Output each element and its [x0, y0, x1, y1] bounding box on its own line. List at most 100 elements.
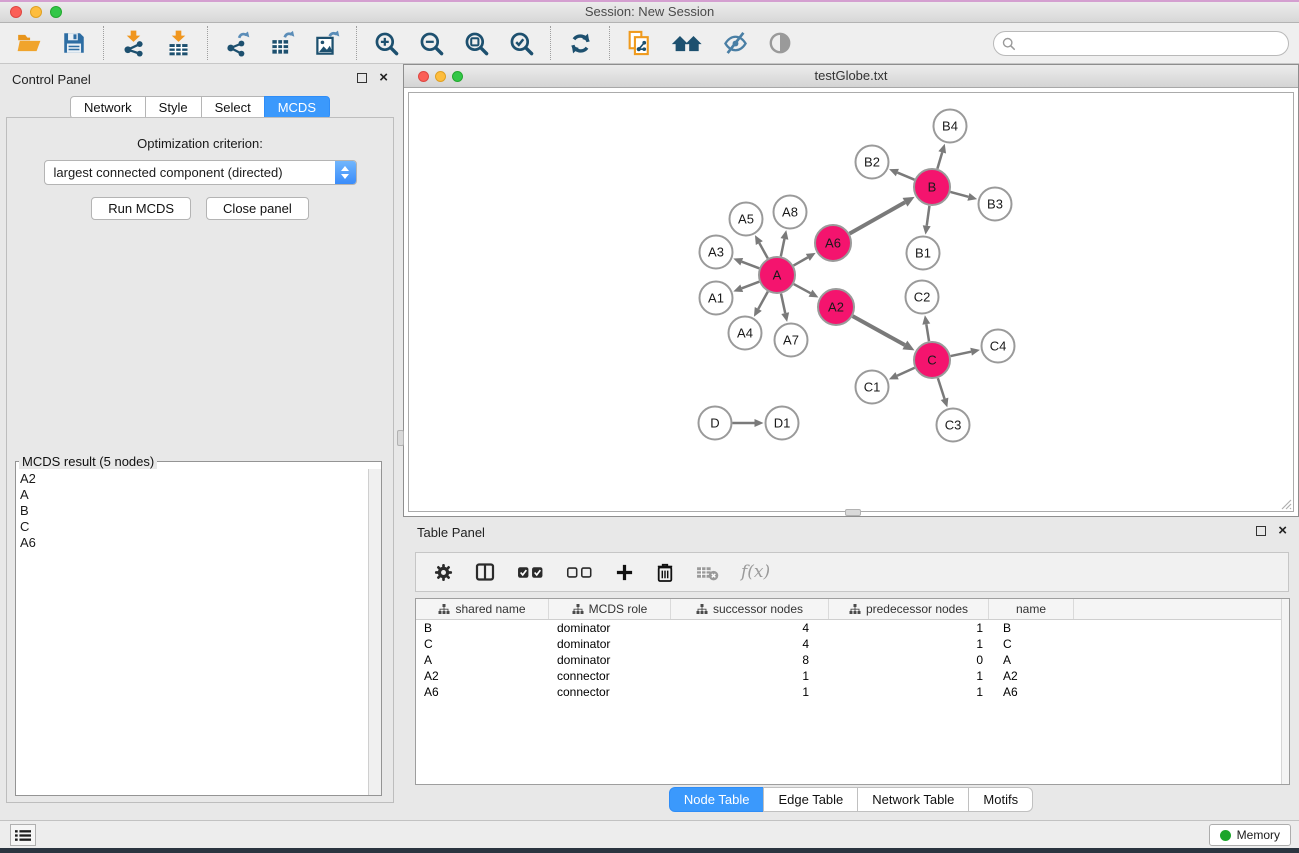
fullscreen-window-button[interactable]: [50, 6, 62, 18]
tab-edge-table[interactable]: Edge Table: [763, 787, 858, 812]
close-panel-icon[interactable]: ×: [379, 72, 388, 84]
graph-node-A2[interactable]: A2: [818, 289, 854, 325]
graph-node-D1[interactable]: D1: [766, 407, 799, 440]
zoom-fit-button[interactable]: [461, 28, 491, 58]
graph-node-C2[interactable]: C2: [906, 281, 939, 314]
graph-node-A1[interactable]: A1: [700, 282, 733, 315]
deselect-all-button[interactable]: [566, 565, 593, 580]
graph-node-B3[interactable]: B3: [979, 188, 1012, 221]
mcds-result-scrollbar[interactable]: [368, 469, 381, 795]
graph-node-C4[interactable]: C4: [982, 330, 1015, 363]
import-table-button[interactable]: [163, 28, 193, 58]
select-all-button[interactable]: [517, 565, 544, 580]
export-network-button[interactable]: [222, 28, 252, 58]
graph-node-A3[interactable]: A3: [700, 236, 733, 269]
copy-network-button[interactable]: [624, 28, 654, 58]
close-panel-button[interactable]: Close panel: [206, 197, 309, 220]
zoom-out-button[interactable]: [416, 28, 446, 58]
tab-network-table[interactable]: Network Table: [857, 787, 969, 812]
graph-node-C[interactable]: C: [914, 342, 950, 378]
import-network-button[interactable]: [118, 28, 148, 58]
graph-edge-C-C2[interactable]: [926, 324, 929, 341]
graph-node-A[interactable]: A: [759, 257, 795, 293]
mcds-result-item[interactable]: A: [16, 487, 367, 503]
graph-edge-A-A6[interactable]: [793, 257, 807, 265]
column-header-predecessor-nodes[interactable]: predecessor nodes: [829, 599, 989, 619]
tab-select[interactable]: Select: [201, 96, 265, 119]
resize-grip-icon[interactable]: [1279, 497, 1292, 510]
table-row[interactable]: A6connector11A6: [416, 684, 1289, 700]
run-mcds-button[interactable]: Run MCDS: [91, 197, 191, 220]
column-header-successor-nodes[interactable]: successor nodes: [671, 599, 829, 619]
graph-edge-C-C1[interactable]: [897, 368, 915, 376]
close-window-button[interactable]: [10, 6, 22, 18]
column-header-MCDS-role[interactable]: MCDS role: [549, 599, 671, 619]
graph-edge-B-B1[interactable]: [927, 206, 930, 226]
graph-edge-A-A1[interactable]: [742, 282, 759, 289]
graph-edge-B-B3[interactable]: [950, 192, 968, 197]
graph-node-B[interactable]: B: [914, 169, 950, 205]
graph-edge-B-B2[interactable]: [897, 173, 914, 180]
table-settings-button[interactable]: [434, 563, 453, 582]
horizontal-divider[interactable]: [845, 509, 861, 516]
table-row[interactable]: Cdominator41C: [416, 636, 1289, 652]
graph-node-C3[interactable]: C3: [937, 409, 970, 442]
task-history-button[interactable]: [10, 824, 36, 846]
graph-node-B2[interactable]: B2: [856, 146, 889, 179]
delete-column-button[interactable]: [656, 562, 674, 582]
graph-edge-A-A7[interactable]: [781, 294, 785, 314]
graph-edge-A-A2[interactable]: [794, 284, 811, 293]
graph-node-D[interactable]: D: [699, 407, 732, 440]
refresh-layout-button[interactable]: [565, 28, 595, 58]
graph-edge-C-C4[interactable]: [951, 352, 972, 356]
home-button[interactable]: [669, 28, 705, 58]
graph-node-C1[interactable]: C1: [856, 371, 889, 404]
float-panel-icon[interactable]: [1256, 526, 1266, 536]
mcds-result-item[interactable]: A2: [16, 471, 367, 487]
show-graphics-details-button[interactable]: [765, 28, 795, 58]
graph-node-B4[interactable]: B4: [934, 110, 967, 143]
graph-node-A4[interactable]: A4: [729, 317, 762, 350]
criterion-dropdown[interactable]: largest connected component (directed): [44, 160, 357, 185]
graph-node-A5[interactable]: A5: [730, 203, 763, 236]
float-panel-icon[interactable]: [357, 73, 367, 83]
graph-node-A6[interactable]: A6: [815, 225, 851, 261]
search-input[interactable]: [1020, 37, 1280, 51]
graph-node-A8[interactable]: A8: [774, 196, 807, 229]
vertical-divider[interactable]: [397, 430, 404, 446]
graph-edge-A6-B[interactable]: [850, 202, 905, 233]
table-scrollbar[interactable]: [1281, 599, 1289, 784]
network-canvas[interactable]: B4 B2 B B3 B1 A5 A8 A3 A6 A A1A4 A7 A2 C2 C C4 C1 C3 D D1: [408, 92, 1294, 512]
close-panel-icon[interactable]: ×: [1278, 525, 1287, 537]
table-row[interactable]: Adominator80A: [416, 652, 1289, 668]
network-close-button[interactable]: [418, 71, 429, 82]
function-builder-button[interactable]: f(x): [741, 562, 770, 582]
zoom-selected-button[interactable]: [506, 28, 536, 58]
graph-edge-C-C3[interactable]: [938, 378, 945, 399]
export-image-button[interactable]: [312, 28, 342, 58]
graph-node-A7[interactable]: A7: [775, 324, 808, 357]
column-header-shared-name[interactable]: shared name: [416, 599, 549, 619]
column-header-name[interactable]: name: [989, 599, 1074, 619]
mcds-result-item[interactable]: C: [16, 519, 367, 535]
export-table-button[interactable]: [267, 28, 297, 58]
graph-edge-B-B4[interactable]: [937, 152, 942, 168]
graph-edge-A-A5[interactable]: [759, 243, 767, 258]
add-column-button[interactable]: [615, 563, 634, 582]
graph-edge-A2-C[interactable]: [853, 316, 905, 345]
memory-button[interactable]: Memory: [1209, 824, 1291, 846]
graph-edge-A-A4[interactable]: [758, 292, 768, 309]
graph-edge-A-A3[interactable]: [742, 262, 759, 269]
tab-motifs[interactable]: Motifs: [968, 787, 1033, 812]
network-zoom-button[interactable]: [452, 71, 463, 82]
table-row[interactable]: Bdominator41B: [416, 620, 1289, 636]
mcds-result-item[interactable]: B: [16, 503, 367, 519]
tab-style[interactable]: Style: [145, 96, 202, 119]
show-column-button[interactable]: [475, 562, 495, 582]
delete-table-button[interactable]: [696, 564, 719, 581]
table-row[interactable]: A2connector11A2: [416, 668, 1289, 684]
tab-network[interactable]: Network: [70, 96, 146, 119]
graph-node-B1[interactable]: B1: [907, 237, 940, 270]
save-session-button[interactable]: [59, 28, 89, 58]
hide-graphics-details-button[interactable]: [720, 28, 750, 58]
